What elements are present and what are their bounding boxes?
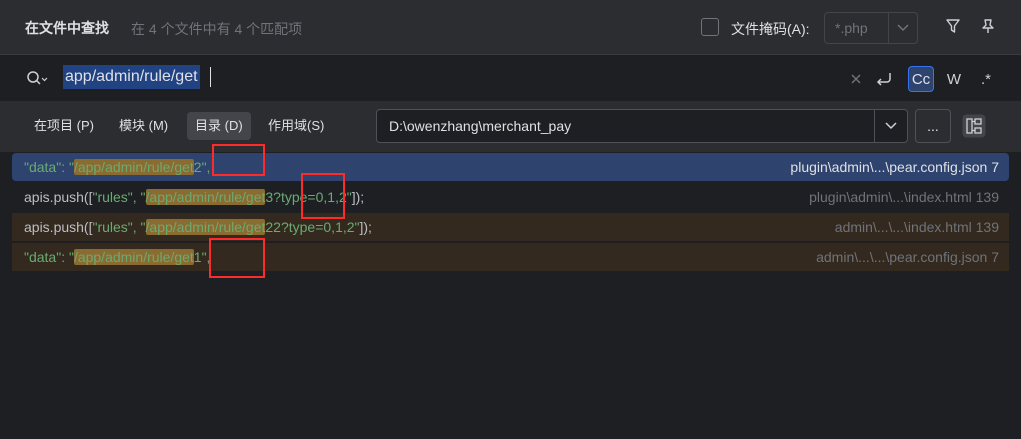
result-code: "data": "/app/admin/rule/get2", xyxy=(24,159,211,175)
result-row[interactable]: "data": "/app/admin/rule/get1", admin\..… xyxy=(12,243,1009,271)
result-file-path: admin\...\...\index.html 139 xyxy=(834,219,999,235)
match-highlight: /app/admin/rule/get xyxy=(145,219,266,235)
new-line-icon[interactable] xyxy=(871,66,897,92)
search-row: app/admin/rule/get Cc W .* xyxy=(0,54,1021,102)
result-code: "data": "/app/admin/rule/get1", xyxy=(24,249,211,265)
clear-icon[interactable] xyxy=(843,66,869,92)
match-highlight: /app/admin/rule/get xyxy=(145,189,266,205)
match-highlight: /app/admin/rule/get xyxy=(73,159,194,175)
browse-button[interactable]: ... xyxy=(915,109,951,143)
text-caret xyxy=(210,67,211,87)
chevron-down-icon[interactable] xyxy=(887,13,917,43)
search-history-icon[interactable] xyxy=(26,70,48,86)
words-button[interactable]: W xyxy=(941,66,967,92)
file-mask-checkbox[interactable] xyxy=(701,18,719,36)
regex-button[interactable]: .* xyxy=(973,66,999,92)
scope-row: 在项目 (P) 模块 (M) 目录 (D) 作用域(S) D:\owenzhan… xyxy=(0,101,1021,152)
results-list: "data": "/app/admin/rule/get2", plugin\a… xyxy=(0,152,1021,439)
tab-module[interactable]: 模块 (M) xyxy=(111,112,176,140)
tab-directory[interactable]: 目录 (D) xyxy=(187,112,251,140)
annotation-box xyxy=(212,144,265,176)
file-mask-label: 文件掩码(A): xyxy=(731,21,810,37)
tab-in-project[interactable]: 在项目 (P) xyxy=(26,112,102,140)
annotation-box xyxy=(209,238,265,278)
tab-scope[interactable]: 作用域(S) xyxy=(260,112,332,140)
match-highlight: /app/admin/rule/get xyxy=(73,249,194,265)
filter-icon[interactable] xyxy=(942,15,964,37)
result-file-path: plugin\admin\...\index.html 139 xyxy=(809,189,999,205)
result-row[interactable]: apis.push(["rules", "/app/admin/rule/get… xyxy=(12,183,1009,211)
find-in-files-header: 在文件中查找 在 4 个文件中有 4 个匹配项 文件掩码(A): *.php xyxy=(0,0,1021,54)
result-row[interactable]: "data": "/app/admin/rule/get2", plugin\a… xyxy=(12,153,1009,181)
match-case-button[interactable]: Cc xyxy=(908,66,934,92)
match-count: 在 4 个文件中有 4 个匹配项 xyxy=(131,21,303,37)
annotation-box xyxy=(301,173,345,219)
result-file-path: plugin\admin\...\pear.config.json 7 xyxy=(790,159,999,175)
directory-combo[interactable]: D:\owenzhang\merchant_pay xyxy=(376,109,908,143)
file-mask-combo[interactable]: *.php xyxy=(824,12,918,44)
pin-icon[interactable] xyxy=(977,15,999,37)
dialog-title: 在文件中查找 xyxy=(25,20,109,36)
directory-path: D:\owenzhang\merchant_pay xyxy=(389,118,572,134)
result-file-path: admin\...\...\pear.config.json 7 xyxy=(816,249,999,265)
chevron-down-icon[interactable] xyxy=(874,110,907,142)
result-row[interactable]: apis.push(["rules", "/app/admin/rule/get… xyxy=(12,213,1009,241)
search-input[interactable]: app/admin/rule/get xyxy=(63,65,200,89)
file-mask-value: *.php xyxy=(835,20,868,36)
recursive-tree-icon[interactable] xyxy=(962,114,986,138)
